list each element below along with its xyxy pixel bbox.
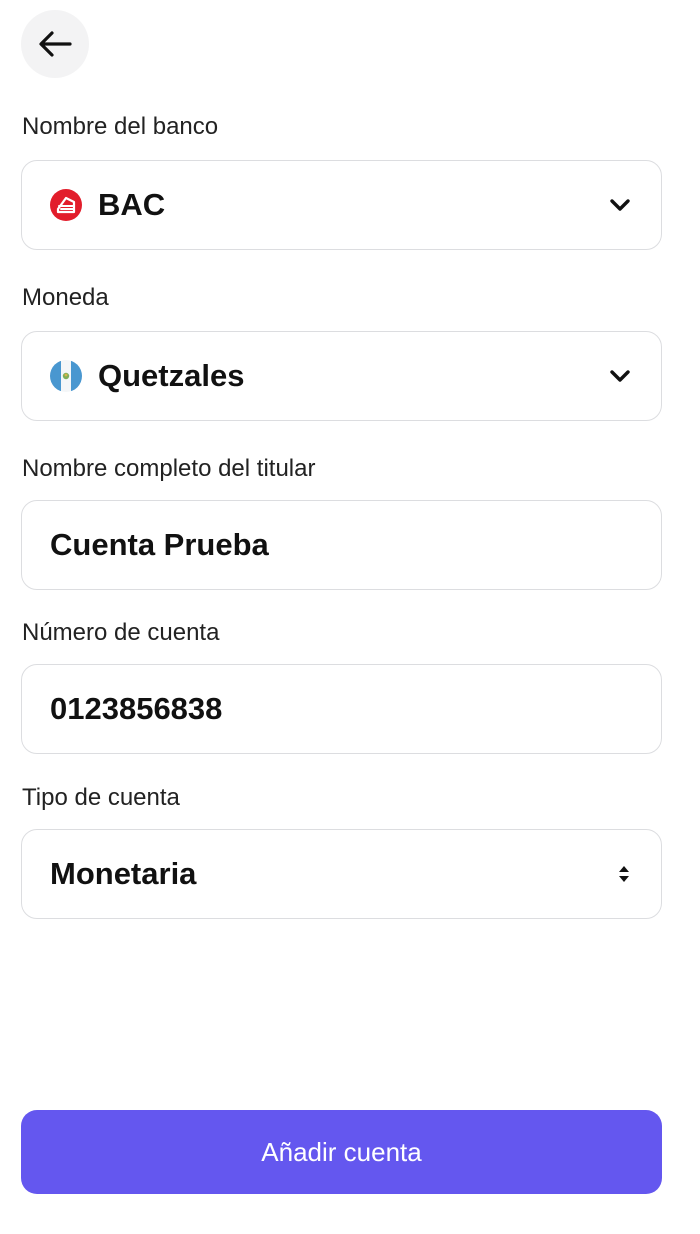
add-account-button[interactable]: Añadir cuenta (21, 1110, 662, 1194)
currency-value: Quetzales (98, 358, 245, 393)
currency-select[interactable]: Quetzales (21, 331, 662, 421)
account-type-select[interactable]: Monetaria (21, 829, 662, 919)
currency-label: Moneda (22, 284, 109, 311)
account-number-input[interactable]: 0123856838 (21, 664, 662, 754)
chevron-down-icon (609, 369, 631, 383)
back-button[interactable] (21, 10, 89, 78)
account-type-value: Monetaria (50, 856, 197, 891)
chevron-down-icon (609, 198, 631, 212)
account-number-label: Número de cuenta (22, 619, 220, 646)
holder-name-label: Nombre completo del titular (22, 455, 316, 482)
bank-label: Nombre del banco (22, 113, 219, 140)
holder-name-input[interactable]: Cuenta Prueba (21, 500, 662, 590)
up-down-caret-icon (617, 864, 631, 884)
account-number-value: 0123856838 (50, 691, 223, 726)
bank-value: BAC (98, 187, 166, 222)
holder-name-value: Cuenta Prueba (50, 527, 269, 562)
account-type-label: Tipo de cuenta (22, 784, 180, 811)
arrow-left-icon (39, 31, 72, 57)
bank-select[interactable]: BAC (21, 160, 662, 250)
guatemala-flag-icon (50, 360, 82, 392)
bac-logo-icon (50, 189, 82, 221)
